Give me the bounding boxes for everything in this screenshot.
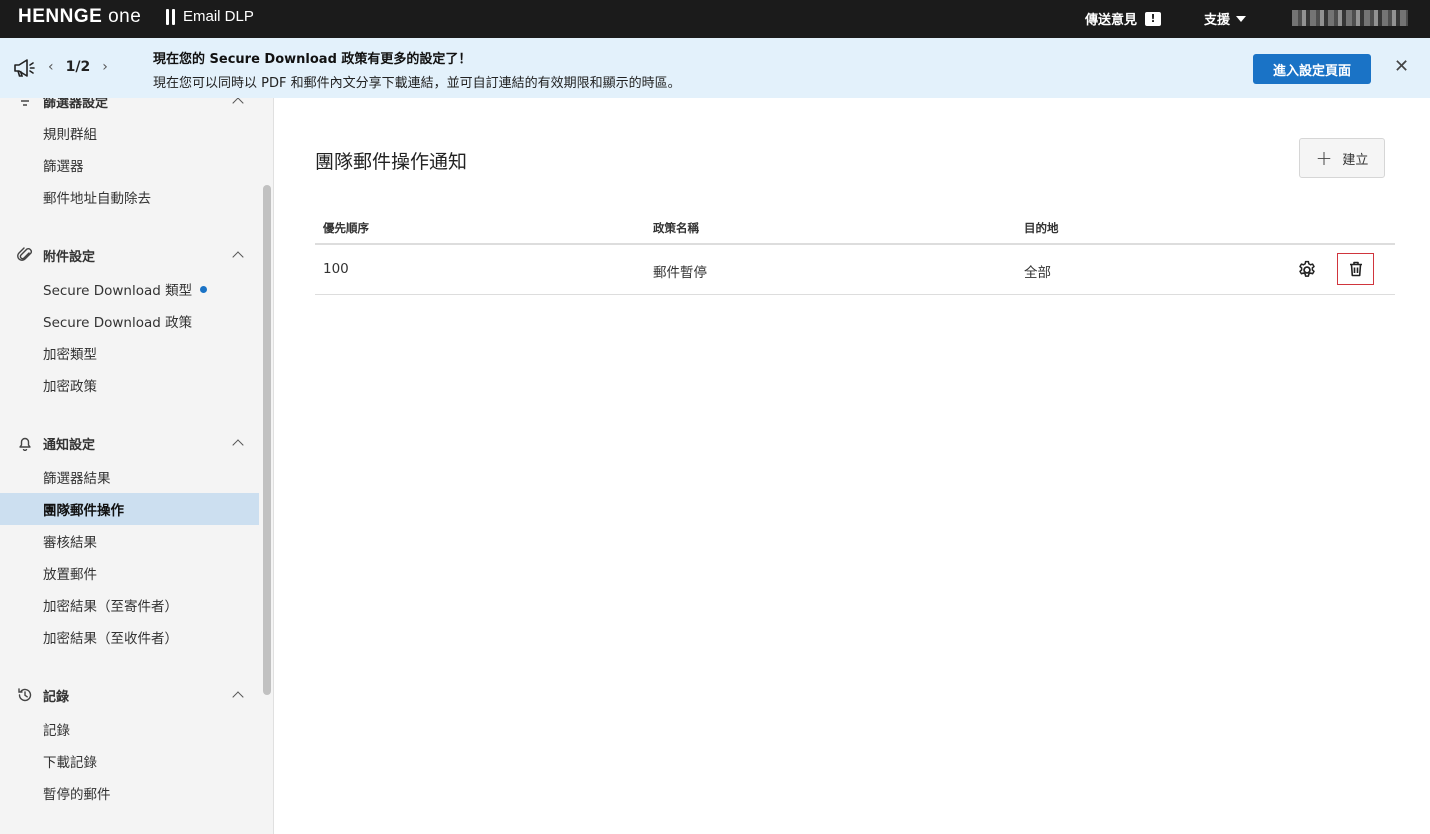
page-title: 團隊郵件操作通知 bbox=[315, 151, 468, 173]
gear-icon[interactable] bbox=[1297, 260, 1317, 280]
bell-icon bbox=[16, 434, 34, 452]
product-label: Email DLP bbox=[183, 8, 254, 25]
banner-text: 現在您的 Secure Download 政策有更多的設定了！ 現在您可以同時以… bbox=[153, 48, 681, 91]
sidebar-item-logs[interactable]: 記錄 bbox=[0, 713, 259, 745]
sidebar-item-review-results[interactable]: 審核結果 bbox=[0, 525, 259, 557]
chevron-up-icon[interactable] bbox=[232, 439, 244, 451]
paperclip-icon bbox=[16, 246, 34, 264]
support-menu[interactable]: 支援 bbox=[1204, 9, 1247, 28]
henngeone-logo[interactable]: HENNGE one bbox=[18, 6, 141, 28]
pager-count: 1/2 bbox=[65, 59, 91, 75]
megaphone-icon bbox=[14, 59, 35, 77]
plus-icon: + bbox=[1315, 146, 1333, 170]
chevron-up-icon[interactable] bbox=[232, 98, 244, 109]
sidebar-section-label: 附件設定 bbox=[43, 249, 96, 265]
chevron-up-icon[interactable] bbox=[232, 691, 244, 703]
sidebar-item-download-logs[interactable]: 下載記錄 bbox=[0, 745, 259, 777]
sidebar-item-label: Secure Download 類型 bbox=[43, 283, 193, 299]
sidebar-item-suspended-mail[interactable]: 暫停的郵件 bbox=[0, 777, 259, 809]
announcement-banner: ‹ 1/2 › 現在您的 Secure Download 政策有更多的設定了！ … bbox=[0, 38, 1430, 98]
chevron-right-icon[interactable]: › bbox=[102, 59, 108, 75]
top-bar: HENNGE one Email DLP 傳送意見 ! 支援 bbox=[0, 0, 1430, 38]
sidebar-item-encryption-results-sender[interactable]: 加密結果（至寄件者） bbox=[0, 589, 259, 621]
chevron-up-icon[interactable] bbox=[232, 251, 244, 263]
banner-title: 現在您的 Secure Download 政策有更多的設定了！ bbox=[153, 52, 472, 67]
history-icon bbox=[16, 686, 34, 704]
feedback-icon: ! bbox=[1145, 11, 1162, 26]
sidebar-item-team-mail-operations[interactable]: 團隊郵件操作 bbox=[0, 493, 259, 525]
feedback-button[interactable]: 傳送意見 ! bbox=[1085, 9, 1162, 28]
sidebar-section-label: 記錄 bbox=[43, 689, 70, 705]
sidebar-section-logs[interactable]: 記錄 bbox=[0, 682, 259, 708]
sidebar-section-notification[interactable]: 通知設定 bbox=[0, 430, 259, 456]
sidebar-item-label: 暫停的郵件 bbox=[43, 787, 111, 803]
sidebar: 篩選器設定 規則群組 篩選器 郵件地址自動除去 附件設定 Secure Down… bbox=[0, 98, 274, 834]
sidebar-item-label: 下載記錄 bbox=[43, 755, 97, 771]
sidebar-item-label: 加密結果（至收件者） bbox=[43, 631, 178, 647]
new-indicator-dot bbox=[200, 285, 208, 293]
table-header: 優先順序 政策名稱 目的地 bbox=[315, 212, 1395, 245]
column-header-policy-name: 政策名稱 bbox=[653, 221, 699, 235]
caret-down-icon bbox=[1236, 15, 1247, 22]
logo-text-main: HENNGE bbox=[18, 6, 103, 27]
sidebar-item-label: 加密政策 bbox=[43, 379, 97, 395]
delete-button[interactable] bbox=[1337, 253, 1374, 285]
sidebar-item-encryption-results-recipient[interactable]: 加密結果（至收件者） bbox=[0, 621, 259, 653]
sidebar-item-address-removal[interactable]: 郵件地址自動除去 bbox=[0, 181, 259, 213]
user-account-menu[interactable] bbox=[1292, 10, 1408, 26]
sidebar-item-label: 規則群組 bbox=[43, 127, 97, 143]
sidebar-item-encryption-types[interactable]: 加密類型 bbox=[0, 337, 259, 369]
sidebar-item-label: 加密結果（至寄件者） bbox=[43, 599, 178, 615]
chevron-left-icon[interactable]: ‹ bbox=[48, 59, 54, 75]
support-label: 支援 bbox=[1204, 13, 1231, 28]
sidebar-item-label: Secure Download 政策 bbox=[43, 315, 193, 331]
sidebar-item-label: 記錄 bbox=[43, 723, 70, 739]
sidebar-section-label: 通知設定 bbox=[43, 437, 96, 453]
sidebar-section-label: 篩選器設定 bbox=[43, 98, 109, 111]
sidebar-item-label: 審核結果 bbox=[43, 535, 97, 551]
sidebar-section-attachment[interactable]: 附件設定 bbox=[0, 242, 259, 268]
sidebar-item-filter-results[interactable]: 篩選器結果 bbox=[0, 461, 259, 493]
create-button-label: 建立 bbox=[1342, 152, 1369, 168]
sidebar-scrollbar-thumb[interactable] bbox=[263, 185, 271, 695]
sidebar-item-label: 團隊郵件操作 bbox=[43, 503, 124, 519]
go-to-settings-button[interactable]: 進入設定頁面 bbox=[1253, 54, 1371, 84]
sidebar-item-secure-download-types[interactable]: Secure Download 類型 bbox=[0, 273, 259, 305]
sidebar-item-secure-download-policies[interactable]: Secure Download 政策 bbox=[0, 305, 259, 337]
product-bars-icon bbox=[166, 8, 175, 25]
sidebar-item-encryption-policies[interactable]: 加密政策 bbox=[0, 369, 259, 401]
sidebar-item-filters[interactable]: 篩選器 bbox=[0, 149, 259, 181]
feedback-label: 傳送意見 bbox=[1085, 13, 1138, 28]
main-content: 團隊郵件操作通知 + 建立 優先順序 政策名稱 目的地 100 郵件暫停 全部 bbox=[274, 98, 1430, 834]
create-button[interactable]: + 建立 bbox=[1299, 138, 1385, 178]
product-name[interactable]: Email DLP bbox=[166, 8, 254, 25]
trash-icon bbox=[1349, 261, 1362, 277]
close-icon[interactable]: ✕ bbox=[1394, 58, 1409, 76]
column-header-destination: 目的地 bbox=[1024, 221, 1059, 235]
banner-pager: ‹ 1/2 › bbox=[48, 59, 108, 75]
cell-policy-name: 郵件暫停 bbox=[653, 265, 707, 281]
cell-destination: 全部 bbox=[1024, 265, 1051, 281]
sidebar-item-label: 篩選器 bbox=[43, 159, 84, 175]
policy-table: 優先順序 政策名稱 目的地 100 郵件暫停 全部 bbox=[315, 212, 1395, 295]
table-row[interactable]: 100 郵件暫停 全部 bbox=[315, 245, 1395, 295]
sidebar-item-label: 篩選器結果 bbox=[43, 471, 111, 487]
filter-icon bbox=[16, 98, 34, 110]
logo-text-sub: one bbox=[108, 6, 142, 27]
sidebar-item-label: 郵件地址自動除去 bbox=[43, 191, 151, 207]
sidebar-item-label: 放置郵件 bbox=[43, 567, 97, 583]
sidebar-item-label: 加密類型 bbox=[43, 347, 97, 363]
sidebar-section-filter[interactable]: 篩選器設定 bbox=[0, 98, 259, 114]
sidebar-item-held-mail[interactable]: 放置郵件 bbox=[0, 557, 259, 589]
cell-priority: 100 bbox=[323, 261, 349, 277]
banner-description: 現在您可以同時以 PDF 和郵件內文分享下載連結，並可自訂連結的有效期限和顯示的… bbox=[153, 76, 681, 91]
sidebar-item-rule-groups[interactable]: 規則群組 bbox=[0, 117, 259, 149]
column-header-priority: 優先順序 bbox=[323, 221, 369, 235]
